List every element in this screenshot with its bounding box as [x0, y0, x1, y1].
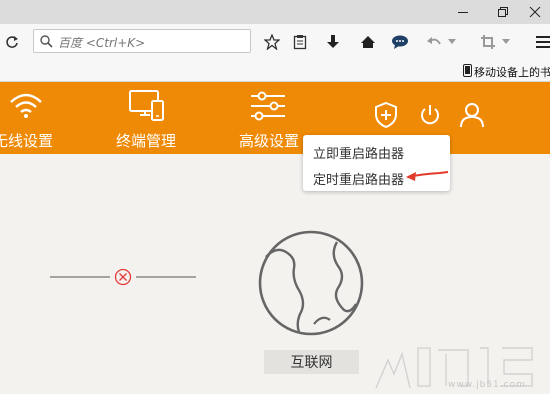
search-placeholder: 百度 <Ctrl+K> [58, 36, 146, 50]
speech-bubble-icon [392, 35, 408, 49]
user-account-button[interactable] [460, 102, 484, 130]
hamburger-icon [536, 36, 550, 48]
reading-list-button[interactable] [290, 32, 310, 52]
nav-label: 终端管理 [116, 132, 177, 150]
chevron-down-icon [448, 39, 456, 44]
bookmarks-bar: 移动设备上的书 [0, 60, 550, 82]
mobile-device-icon [463, 64, 472, 77]
power-icon [421, 105, 439, 125]
menu-item-label: 立即重启路由器 [313, 147, 405, 162]
search-icon [40, 35, 53, 48]
minimize-button[interactable] [446, 0, 480, 24]
undo-button[interactable] [424, 32, 444, 52]
home-button[interactable] [358, 32, 378, 52]
devices-icon [129, 90, 164, 121]
menu-item-label: 定时重启路由器 [313, 173, 405, 188]
restore-icon [498, 7, 508, 17]
mobile-bookmarks-link[interactable]: 移动设备上的书 [474, 64, 550, 80]
nav-label: 无线设置 [0, 132, 54, 150]
reboot-now-item[interactable]: 立即重启路由器 [303, 138, 450, 164]
globe-icon [258, 230, 364, 336]
nav-terminal-management[interactable]: 终端管理 [110, 82, 190, 154]
star-icon [264, 34, 280, 50]
internet-label[interactable]: 互联网 [264, 350, 359, 374]
browser-toolbar: 百度 <Ctrl+K> [0, 24, 550, 60]
crop-button[interactable] [478, 32, 498, 52]
crop-icon [481, 35, 495, 49]
sliders-icon [251, 91, 285, 121]
nav-label: 高级设置 [239, 132, 300, 150]
crop-menu-button[interactable] [500, 32, 512, 52]
undo-icon [427, 37, 441, 45]
bookmark-star-button[interactable] [262, 32, 282, 52]
power-button[interactable] [418, 103, 442, 129]
window-titlebar [0, 0, 550, 24]
wifi-icon [10, 93, 42, 118]
undo-menu-button[interactable] [446, 32, 458, 52]
clipboard-icon [293, 35, 307, 50]
nav-wireless-settings[interactable]: 无线设置 [0, 82, 60, 154]
chevron-down-icon [502, 39, 510, 44]
close-icon [529, 6, 541, 18]
security-button[interactable] [374, 101, 400, 130]
shield-plus-icon [375, 101, 397, 129]
close-window-button[interactable] [520, 0, 550, 24]
downloads-button[interactable] [323, 32, 343, 52]
home-icon [361, 36, 375, 48]
user-icon [460, 103, 484, 128]
watermark-domain: www.jb51.com [448, 380, 526, 390]
power-dropdown-menu: 立即重启路由器 定时重启路由器 [303, 135, 450, 191]
menu-button[interactable] [533, 32, 550, 52]
restore-button[interactable] [486, 0, 520, 24]
router-nav-bar: 无线设置 终端管理 高级设置 [0, 82, 550, 154]
minimize-icon [458, 12, 468, 13]
reload-icon [6, 36, 18, 48]
search-box[interactable]: 百度 <Ctrl+K> [33, 29, 251, 53]
download-arrow-icon [327, 35, 339, 48]
chat-button[interactable] [390, 32, 410, 52]
disconnected-icon [114, 268, 132, 286]
reload-button[interactable] [2, 32, 22, 52]
pointer-arrow-annotation [406, 171, 449, 181]
nav-advanced-settings[interactable]: 高级设置 [235, 82, 305, 154]
